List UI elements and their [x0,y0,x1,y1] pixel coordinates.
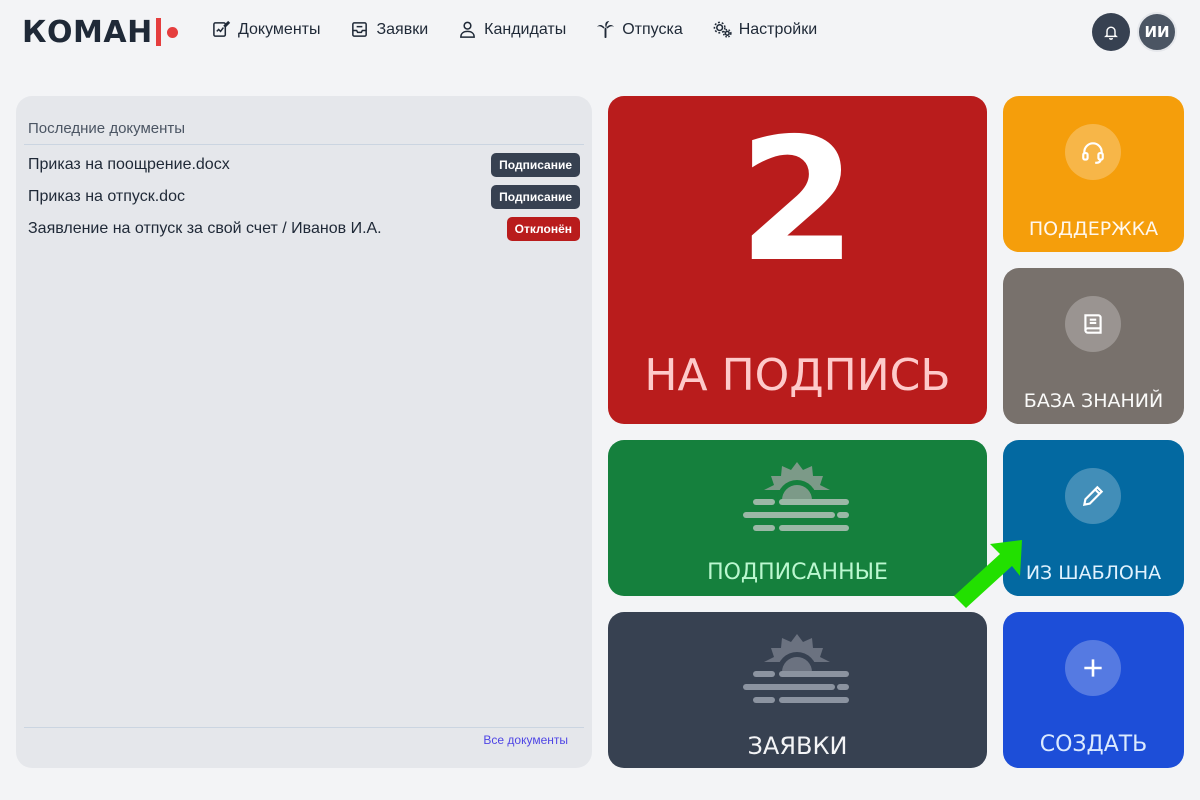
sunrise-icon [743,634,849,703]
tile-signed[interactable]: ПОДПИСАННЫЕ [608,440,987,596]
nav-item-settings[interactable]: Настройки [713,20,817,39]
tile-label: ИЗ ШАБЛОНА [1025,562,1162,584]
tile-requests[interactable]: ЗАЯВКИ [608,612,987,768]
bell-icon [1104,26,1118,40]
nav-item-documents[interactable]: Документы [212,20,320,39]
status-badge: Подписание [491,185,580,209]
document-row[interactable]: Приказ на отпуск.doc Подписание [28,184,580,210]
tile-support[interactable]: ПОДДЕРЖКА [1003,96,1184,252]
logo[interactable]: КОМАН [22,14,178,50]
book-icon [1084,314,1102,334]
tile-label: ЗАЯВКИ [747,732,848,760]
icon-circle [1065,468,1121,524]
document-edit-icon [213,20,231,37]
nav-label: Кандидаты [484,20,567,38]
tile-to-sign[interactable]: 2 НА ПОДПИСЬ [608,96,987,424]
plus-icon [1084,659,1102,677]
main-nav: Документы Заявки Кандидаты Отпуска Настр… [212,20,817,39]
recent-documents-panel: Последние документы Приказ на поощрение.… [16,96,592,768]
status-badge: Отклонён [506,217,580,241]
nav-label: Заявки [376,20,429,38]
tile-create[interactable]: СОЗДАТЬ [1003,612,1184,768]
to-sign-count: 2 [738,102,857,300]
logo-text: КОМАН [22,14,153,50]
logo-bracket [155,18,161,46]
tile-from-template[interactable]: ИЗ ШАБЛОНА [1003,440,1184,596]
document-name[interactable]: Заявление на отпуск за свой счет / Ивано… [28,220,382,238]
palm-tree-icon [597,20,615,39]
nav-label: Документы [238,20,321,38]
tile-label: ПОДПИСАННЫЕ [707,560,888,585]
inbox-icon [352,22,368,37]
divider [24,144,584,145]
nav-item-candidates[interactable]: Кандидаты [458,20,566,39]
all-documents-link[interactable]: Все документы [483,733,568,747]
document-row[interactable]: Приказ на поощрение.docx Подписание [28,152,580,178]
green-arrow-icon [954,540,1022,608]
status-badge: Подписание [491,153,580,177]
nav-item-vacations[interactable]: Отпуска [596,20,683,39]
pencil-icon [1082,485,1104,507]
document-name[interactable]: Приказ на поощрение.docx [28,156,230,174]
user-icon [460,21,476,38]
tile-label: БАЗА ЗНАНИЙ [1023,390,1164,412]
document-name[interactable]: Приказ на отпуск.doc [28,188,185,206]
icon-circle [1065,640,1121,696]
document-row[interactable]: Заявление на отпуск за свой счет / Ивано… [28,216,580,242]
nav-label: Настройки [738,20,818,38]
headset-icon [1082,142,1104,164]
notifications-button[interactable] [1092,13,1130,51]
tile-label: СОЗДАТЬ [1039,732,1148,757]
nav-item-requests[interactable]: Заявки [350,20,428,39]
nav-label: Отпуска [622,20,683,38]
icon-circle [1065,296,1121,352]
sunrise-icon [743,462,849,531]
divider [24,727,584,728]
top-bar: КОМАН Документы Заявки Кандидаты Отпуска… [0,0,1200,64]
panel-title: Последние документы [28,120,186,137]
logo-dot [166,26,178,38]
tile-label: ПОДДЕРЖКА [1028,218,1159,240]
avatar[interactable]: ИИ [1137,12,1177,52]
tile-label: НА ПОДПИСЬ [644,350,951,401]
gears-icon [713,21,732,38]
icon-circle [1065,124,1121,180]
tile-knowledge-base[interactable]: БАЗА ЗНАНИЙ [1003,268,1184,424]
